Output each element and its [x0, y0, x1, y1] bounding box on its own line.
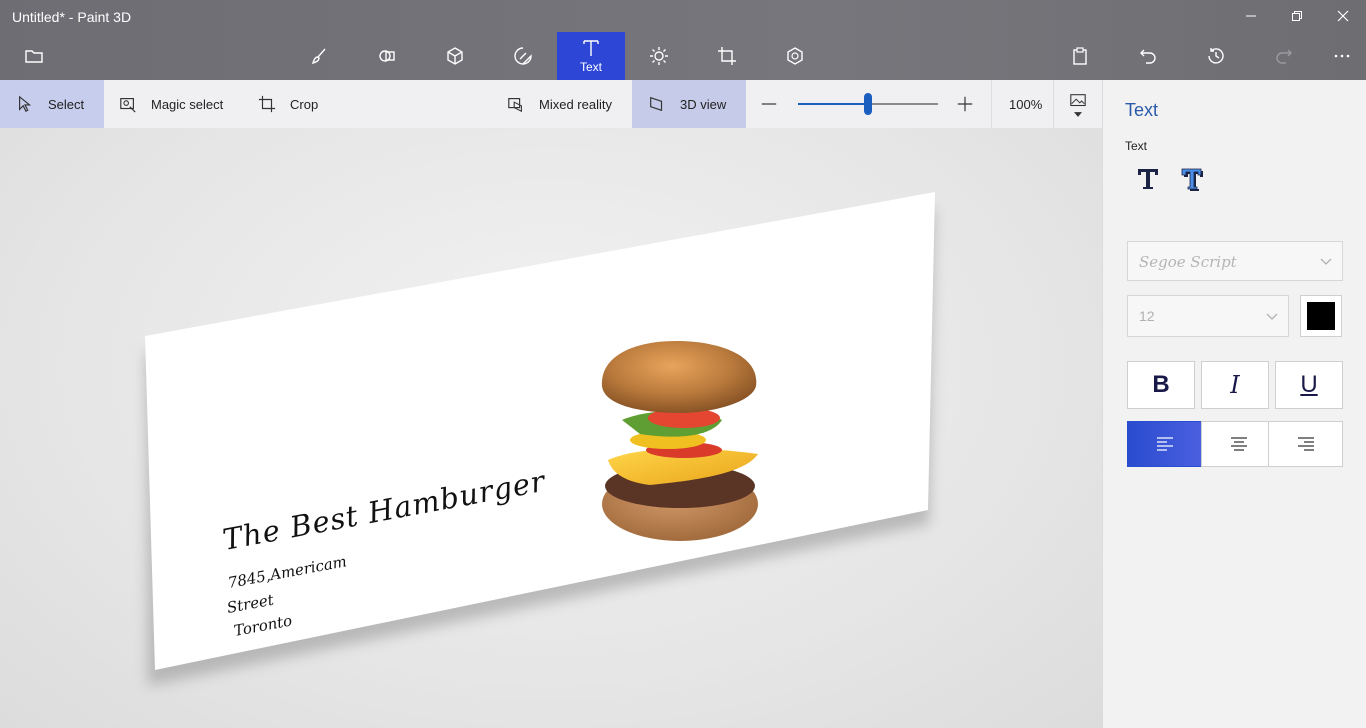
- more-options-button[interactable]: [1318, 32, 1366, 80]
- history-icon: [1208, 48, 1224, 64]
- select-label: Select: [48, 96, 85, 112]
- tool-3d-shapes[interactable]: [421, 32, 489, 80]
- folder-icon: [25, 50, 43, 63]
- alignment-group: [1127, 421, 1343, 467]
- font-size-value: 12: [1139, 308, 1155, 324]
- redo-icon: [1276, 49, 1292, 64]
- restore-icon: [1292, 11, 1302, 21]
- tool-canvas[interactable]: [693, 32, 761, 80]
- align-right-icon: [1297, 437, 1314, 451]
- italic-button[interactable]: I: [1201, 361, 1269, 409]
- minimize-icon: [1246, 15, 1256, 17]
- underline-label: U: [1300, 371, 1318, 398]
- bold-label: B: [1152, 371, 1170, 398]
- minus-icon: [761, 103, 777, 105]
- minimize-button[interactable]: [1228, 0, 1274, 32]
- menu-button[interactable]: [10, 32, 58, 80]
- view-separator: [1053, 80, 1054, 128]
- chevron-down-icon: [1266, 313, 1278, 320]
- mixed-reality-button[interactable]: Mixed reality: [507, 80, 612, 128]
- zoom-slider-fill: [798, 103, 868, 105]
- scene-3d: The Best Hamburger 7845,Americam Street …: [145, 192, 935, 686]
- magic-select-icon: [120, 98, 136, 113]
- tool-brushes[interactable]: [285, 32, 353, 80]
- more-icon: [1334, 54, 1350, 58]
- crop-label: Crop: [290, 96, 319, 112]
- mixed-reality-label: Mixed reality: [539, 96, 612, 112]
- 3d-view-button[interactable]: 3D view: [632, 80, 746, 128]
- 3d-text-icon: [1181, 168, 1203, 191]
- font-size-dropdown[interactable]: 12: [1127, 295, 1289, 337]
- text-color-swatch: [1307, 302, 1335, 330]
- cube-icon: [447, 47, 463, 65]
- text-tool-icon: [583, 40, 599, 56]
- sticker-icon: [514, 47, 532, 65]
- plus-icon: [957, 96, 973, 112]
- font-family-dropdown[interactable]: Segoe Script: [1127, 241, 1343, 281]
- redo-button[interactable]: [1260, 32, 1308, 80]
- align-left-button[interactable]: [1127, 421, 1202, 467]
- close-button[interactable]: [1320, 0, 1366, 32]
- close-icon: [1337, 10, 1349, 22]
- caret-down-icon: [1074, 111, 1082, 117]
- brush-icon: [311, 48, 326, 65]
- text-side-panel: Text Text Segoe Script 12 B I U: [1102, 80, 1366, 728]
- align-center-icon: [1230, 437, 1247, 451]
- zoom-separator: [991, 80, 992, 128]
- shapes-2d-icon: [379, 50, 395, 62]
- tool-stickers[interactable]: [489, 32, 557, 80]
- sun-icon: [650, 47, 668, 65]
- paste-button[interactable]: [1056, 32, 1104, 80]
- undo-icon: [1140, 49, 1156, 64]
- zoom-slider[interactable]: [798, 80, 938, 128]
- mixed-reality-icon: [508, 98, 522, 113]
- align-right-button[interactable]: [1268, 421, 1343, 467]
- canvas-area[interactable]: The Best Hamburger 7845,Americam Street …: [0, 128, 1102, 728]
- restore-button[interactable]: [1274, 0, 1320, 32]
- 2d-text-icon: [1138, 169, 1158, 189]
- zoom-percent: 100%: [1009, 96, 1043, 112]
- font-family-value: Segoe Script: [1139, 253, 1237, 271]
- zoom-in-button[interactable]: [956, 80, 988, 128]
- magic-select-button[interactable]: Magic select: [119, 80, 223, 128]
- align-left-icon: [1156, 437, 1173, 451]
- panel-title: Text: [1125, 100, 1159, 120]
- select-button[interactable]: Select: [0, 80, 104, 128]
- bold-button[interactable]: B: [1127, 361, 1195, 409]
- tool-effects[interactable]: [625, 32, 693, 80]
- 3d-library-icon: [787, 47, 803, 65]
- 2d-text-button[interactable]: [1133, 164, 1163, 194]
- align-center-button[interactable]: [1201, 421, 1276, 467]
- view-options-button[interactable]: [1069, 80, 1087, 128]
- clipboard-icon: [1073, 47, 1087, 65]
- window-title: Untitled* - Paint 3D: [12, 9, 132, 25]
- zoom-slider-thumb[interactable]: [864, 93, 872, 115]
- panel-section-label: Text: [1125, 139, 1148, 153]
- history-button[interactable]: [1192, 32, 1240, 80]
- tool-2d-shapes[interactable]: [353, 32, 421, 80]
- underline-button[interactable]: U: [1275, 361, 1343, 409]
- 3d-text-button[interactable]: [1177, 164, 1207, 194]
- crop-button[interactable]: Crop: [258, 80, 318, 128]
- tool-text[interactable]: Text: [557, 32, 625, 80]
- crop-icon: [258, 95, 276, 113]
- magic-select-label: Magic select: [151, 96, 224, 112]
- title-bar: Untitled* - Paint 3D Text: [0, 0, 1366, 80]
- 3d-view-label: 3D view: [680, 96, 727, 112]
- tool-text-label: Text: [579, 60, 602, 74]
- chevron-down-icon: [1320, 258, 1332, 265]
- tool-3d-library[interactable]: [761, 32, 829, 80]
- sub-toolbar: Select Magic select Crop Mixed reality 3…: [0, 80, 1102, 129]
- italic-label: I: [1230, 371, 1240, 399]
- image-view-icon: [1070, 93, 1086, 106]
- text-color-button[interactable]: [1300, 295, 1342, 337]
- zoom-out-button[interactable]: [760, 80, 792, 128]
- canvas-crop-icon: [718, 47, 736, 65]
- cursor-icon: [19, 95, 32, 112]
- undo-button[interactable]: [1124, 32, 1172, 80]
- 3d-view-icon: [650, 96, 663, 112]
